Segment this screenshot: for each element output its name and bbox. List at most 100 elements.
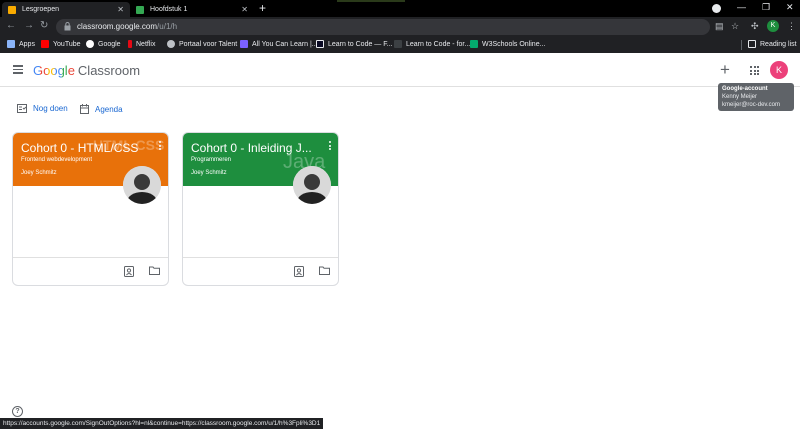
classroom-logo[interactable]: Google Classroom xyxy=(33,63,140,78)
bookmark-portaal-voor-talent[interactable]: Portaal voor Talent xyxy=(167,40,237,48)
bookmark-label: Learn to Code - for... xyxy=(406,40,471,48)
browser-profile-avatar[interactable]: K xyxy=(767,20,779,32)
browser-tab-strip: Lesgroepen ✕ Hoofdstuk 1 ✕ + — ❐ ✕ xyxy=(0,0,800,17)
help-icon[interactable]: ? xyxy=(12,406,23,417)
browser-menu-icon[interactable]: ⋮ xyxy=(787,21,796,32)
tooltip-name: Kenny Meijer xyxy=(722,94,758,100)
back-button[interactable]: ← xyxy=(6,20,16,31)
class-section: Frontend webdevelopment xyxy=(21,157,93,163)
bookmark-label: Apps xyxy=(19,40,35,48)
bookmark-label: Google xyxy=(98,40,121,48)
class-teacher[interactable]: Joey Schmitz xyxy=(21,170,57,176)
main-menu-icon[interactable] xyxy=(13,65,23,74)
page-icon xyxy=(394,40,402,48)
tooltip-email: kmeijer@roc-dev.com xyxy=(722,102,780,108)
bookmark-google[interactable]: Google xyxy=(86,40,121,48)
bookmarks-bar: Apps YouTube Google Netflix Portaal voor… xyxy=(0,37,800,53)
class-card-footer xyxy=(183,257,338,285)
bookmark-all-you-can-learn[interactable]: All You Can Learn |... xyxy=(240,40,318,48)
freecodecamp-icon xyxy=(316,40,324,48)
tab-hoofdstuk-1[interactable]: Hoofdstuk 1 ✕ xyxy=(130,2,254,17)
class-options-icon[interactable] xyxy=(329,141,331,152)
bookmark-star-icon[interactable]: ☆ xyxy=(731,21,739,32)
lock-icon xyxy=(64,22,71,31)
agenda-label: Agenda xyxy=(95,104,123,114)
app-bar: Google Classroom + K xyxy=(0,53,800,87)
bookmark-label: Learn to Code — F... xyxy=(328,40,393,48)
assignments-icon[interactable] xyxy=(124,266,134,277)
tab-title: Lesgroepen xyxy=(22,6,59,13)
teacher-avatar xyxy=(293,166,331,204)
assignments-icon[interactable] xyxy=(294,266,304,277)
bookmark-w3schools[interactable]: W3Schools Online... xyxy=(470,40,545,48)
folder-icon[interactable] xyxy=(149,266,160,275)
media-control-icon[interactable] xyxy=(712,4,721,13)
address-bar[interactable]: classroom.google.com/u/1/h xyxy=(56,19,710,35)
url-host: classroom.google.com xyxy=(77,22,158,31)
todo-label: Nog doen xyxy=(33,104,68,113)
bookmarks-separator xyxy=(741,40,742,50)
folder-icon[interactable] xyxy=(319,266,330,275)
link-status-bar: https://accounts.google.com/SignOutOptio… xyxy=(0,418,324,429)
forward-button[interactable]: → xyxy=(24,20,34,31)
reload-button[interactable]: ↻ xyxy=(40,20,48,31)
netflix-icon xyxy=(128,40,132,48)
classroom-wordmark: Classroom xyxy=(77,63,141,78)
create-or-join-class-button[interactable]: + xyxy=(720,60,730,80)
class-card[interactable]: Java Cohort 0 - Inleiding J... Programme… xyxy=(182,132,339,286)
todo-link[interactable]: Nog doen xyxy=(17,104,68,113)
minimize-button[interactable]: — xyxy=(737,2,746,12)
google-icon xyxy=(86,40,94,48)
youtube-icon xyxy=(41,40,49,48)
apps-grid-icon xyxy=(7,40,15,48)
class-teacher[interactable]: Joey Schmitz xyxy=(191,170,227,176)
reading-list-label: Reading list xyxy=(760,40,797,48)
w3schools-icon xyxy=(470,40,478,48)
tab-lesgroepen[interactable]: Lesgroepen ✕ xyxy=(2,2,130,17)
account-tooltip: Google-account Kenny Meijer kmeijer@roc-… xyxy=(718,83,794,111)
agenda-link[interactable]: Agenda xyxy=(80,104,123,114)
google-wordmark: Google xyxy=(33,63,75,78)
google-wordmark-text: Google xyxy=(33,63,75,78)
extensions-icon[interactable]: ✣ xyxy=(751,21,759,32)
class-title[interactable]: Cohort 0 - Inleiding J... xyxy=(191,141,312,155)
translate-icon[interactable]: ▤ xyxy=(715,21,724,32)
url-path: /u/1/h xyxy=(157,22,178,31)
classroom-favicon-icon xyxy=(8,5,16,14)
teacher-avatar xyxy=(123,166,161,204)
bookmark-label: W3Schools Online... xyxy=(482,40,546,48)
classroom-favicon-icon xyxy=(136,5,144,14)
bookmark-label: Portaal voor Talent xyxy=(179,40,238,48)
google-apps-icon[interactable] xyxy=(750,66,759,75)
close-window-button[interactable]: ✕ xyxy=(786,2,794,13)
globe-icon xyxy=(167,40,175,48)
bookmark-learn-to-code[interactable]: Learn to Code - for... xyxy=(394,40,470,48)
classroom-page: Google Classroom + K Google-account Kenny… xyxy=(0,53,800,429)
close-tab-icon[interactable]: ✕ xyxy=(117,5,124,14)
bookmark-youtube[interactable]: YouTube xyxy=(41,40,81,48)
url-text: classroom.google.com/u/1/h xyxy=(77,22,177,31)
class-title[interactable]: Cohort 0 - HTML/CSS xyxy=(21,141,138,155)
class-section: Programmeren xyxy=(191,157,232,163)
reading-list-icon xyxy=(748,40,756,48)
calendar-icon xyxy=(80,104,89,114)
new-tab-button[interactable]: + xyxy=(259,1,266,15)
tab-strip-indicator xyxy=(337,0,405,2)
bookmark-label: YouTube xyxy=(53,40,81,48)
class-card-footer xyxy=(13,257,168,285)
browser-toolbar: ← → ↻ classroom.google.com/u/1/h ▤ ☆ ✣ K… xyxy=(0,17,800,37)
bookmark-freecodecamp[interactable]: Learn to Code — F... xyxy=(316,40,393,48)
restore-button[interactable]: ❐ xyxy=(762,2,770,13)
bookmark-label: All You Can Learn |... xyxy=(252,40,318,48)
class-card[interactable]: HTML CSS Cohort 0 - HTML/CSS Frontend we… xyxy=(12,132,169,286)
reading-list-button[interactable]: Reading list xyxy=(748,40,797,48)
ayl-icon xyxy=(240,40,248,48)
bookmark-label: Netflix xyxy=(136,40,156,48)
close-tab-icon[interactable]: ✕ xyxy=(241,5,248,14)
tooltip-title: Google-account xyxy=(722,86,768,92)
bookmark-netflix[interactable]: Netflix xyxy=(128,40,155,48)
bookmark-apps[interactable]: Apps xyxy=(7,40,35,48)
todo-icon xyxy=(17,104,27,113)
class-options-icon[interactable] xyxy=(159,141,161,152)
account-avatar[interactable]: K xyxy=(770,61,788,79)
